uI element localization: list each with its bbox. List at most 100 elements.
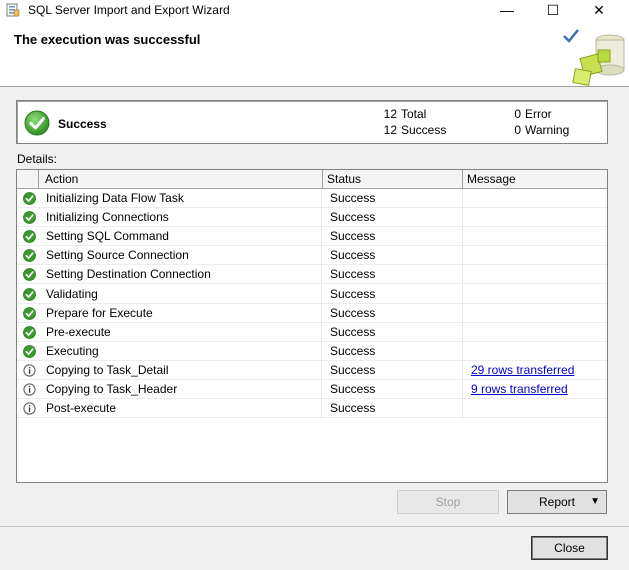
total-label: Total xyxy=(401,107,427,121)
row-action: Setting Source Connection xyxy=(46,246,322,266)
info-icon xyxy=(23,383,36,396)
warning-label: Warning xyxy=(525,123,570,137)
row-action: Setting Destination Connection xyxy=(46,265,322,285)
maximize-button[interactable]: ☐ xyxy=(530,0,576,22)
report-button-label: Report xyxy=(538,495,576,509)
row-action: Post-execute xyxy=(46,399,322,419)
table-row[interactable]: Post-execute Success xyxy=(17,399,607,419)
row-icon-cell xyxy=(17,265,39,284)
row-icon-cell xyxy=(17,285,39,304)
row-status: Success xyxy=(322,284,463,304)
table-row[interactable]: Copying to Task_Header Success 9 rows tran… xyxy=(17,380,607,399)
close-button[interactable]: Close xyxy=(531,536,608,560)
row-status: Success xyxy=(322,246,463,266)
success-icon xyxy=(23,306,36,320)
row-icon-cell xyxy=(17,323,39,342)
row-action: Copying to Task_Detail xyxy=(46,360,322,380)
wizard-header: The execution was successful xyxy=(0,22,629,87)
row-message-cell xyxy=(463,246,607,265)
table-row[interactable]: Validating Success xyxy=(17,284,607,304)
row-message-cell xyxy=(463,342,607,361)
execution-summary-panel: Success 12 Total 12 Success 0 Error 0 Warnin… xyxy=(16,100,608,144)
table-row[interactable]: Copying to Task_Detail Success 29 rows tra… xyxy=(17,360,607,380)
row-message-link[interactable]: 29 rows transferred xyxy=(471,363,574,377)
row-action: Prepare for Execute xyxy=(46,303,322,323)
table-row[interactable]: Executing Success xyxy=(17,341,607,361)
success-icon xyxy=(23,249,36,263)
row-status: Success xyxy=(322,265,463,285)
success-icon xyxy=(23,268,36,282)
summary-status: Success xyxy=(58,117,107,131)
row-status: Success xyxy=(322,380,463,399)
row-status: Success xyxy=(322,227,463,247)
total-count: 12 xyxy=(383,107,397,121)
row-action: Copying to Task_Header xyxy=(46,380,322,399)
details-grid[interactable]: Action Status Message Initializing Data … xyxy=(16,169,608,483)
icon-column-header xyxy=(17,170,39,188)
row-action: Setting SQL Command xyxy=(46,227,322,247)
footer-divider xyxy=(0,526,629,527)
success-icon xyxy=(23,192,36,205)
success-icon xyxy=(23,325,36,339)
window-title: SQL Server Import and Export Wizard xyxy=(28,3,230,17)
row-action: Executing xyxy=(46,341,322,361)
row-status: Success xyxy=(322,322,463,342)
row-icon-cell xyxy=(17,342,39,361)
row-action: Initializing Data Flow Task xyxy=(46,189,322,208)
row-icon-cell xyxy=(17,399,39,418)
table-row[interactable]: Prepare for Execute Success xyxy=(17,303,607,323)
row-message-cell xyxy=(463,323,607,342)
table-row[interactable]: Pre-execute Success xyxy=(17,322,607,342)
row-icon-cell xyxy=(17,227,39,246)
error-label: Error xyxy=(525,107,552,121)
row-icon-cell xyxy=(17,304,39,323)
table-row[interactable]: Setting Source Connection Success xyxy=(17,246,607,266)
table-row[interactable]: Setting SQL Command Success xyxy=(17,227,607,247)
row-icon-cell xyxy=(17,380,39,399)
wizard-banner-graphic-icon xyxy=(563,29,625,86)
row-status: Success xyxy=(322,399,463,419)
success-count: 12 xyxy=(383,123,397,137)
row-action: Pre-execute xyxy=(46,322,322,342)
status-column-header[interactable]: Status xyxy=(323,170,463,188)
row-status: Success xyxy=(322,208,463,228)
stop-button[interactable]: Stop xyxy=(397,490,499,514)
dropdown-caret-icon: ▼ xyxy=(590,496,600,507)
row-message-link[interactable]: 9 rows transferred xyxy=(471,382,568,396)
action-column-header[interactable]: Action xyxy=(39,170,323,188)
row-icon-cell xyxy=(17,208,39,227)
warning-count-stat: 0 Warning xyxy=(507,123,569,137)
info-icon xyxy=(23,364,36,377)
total-count-stat: 12 Total xyxy=(383,107,427,121)
row-message-cell xyxy=(463,227,607,246)
row-message-cell xyxy=(463,304,607,323)
row-message-cell: 9 rows transferred xyxy=(463,380,607,399)
success-icon xyxy=(23,230,36,244)
row-status: Success xyxy=(322,189,463,208)
report-button[interactable]: Report ▼ xyxy=(507,490,607,514)
window-titlebar: SQL Server Import and Export Wizard — ☐ … xyxy=(0,0,629,22)
table-row[interactable]: Initializing Connections Success xyxy=(17,208,607,228)
row-icon-cell xyxy=(17,246,39,265)
minimize-button[interactable]: — xyxy=(484,0,530,22)
row-message-cell xyxy=(463,189,607,208)
error-count: 0 xyxy=(514,107,521,121)
details-grid-header: Action Status Message xyxy=(17,170,607,189)
success-icon xyxy=(23,211,36,224)
details-label: Details: xyxy=(17,152,58,166)
window-close-button[interactable]: ✕ xyxy=(576,0,622,22)
error-count-stat: 0 Error xyxy=(507,107,552,121)
message-column-header[interactable]: Message xyxy=(463,170,607,188)
success-icon xyxy=(23,344,36,358)
row-message-cell xyxy=(463,285,607,304)
success-label: Success xyxy=(401,123,447,137)
warning-count: 0 xyxy=(514,123,521,137)
success-count-stat: 12 Success xyxy=(383,123,447,137)
row-status: Success xyxy=(322,303,463,323)
row-status: Success xyxy=(322,360,463,380)
row-message-cell: 29 rows transferred xyxy=(463,361,607,380)
table-row[interactable]: Setting Destination Connection Success xyxy=(17,265,607,285)
row-message-cell xyxy=(463,208,607,227)
table-row[interactable]: Initializing Data Flow Task Success xyxy=(17,189,607,208)
row-message-cell xyxy=(463,265,607,284)
